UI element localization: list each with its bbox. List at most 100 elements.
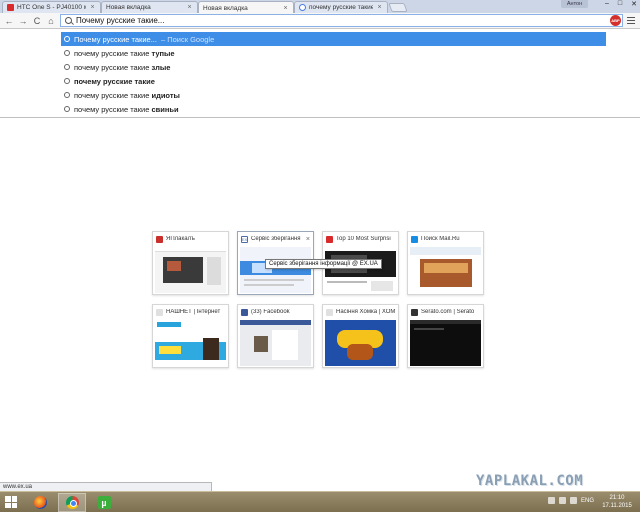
system-tray: ENG	[548, 497, 594, 504]
suggestion-text: Почему русские такие...	[74, 34, 157, 44]
exua-icon: EX	[241, 235, 248, 243]
back-button[interactable]: ←	[3, 15, 15, 27]
close-icon[interactable]: ×	[282, 5, 289, 12]
tab-strip: HTC One S - PJ40100 мо × Новая вкладка ×…	[0, 0, 640, 14]
search-icon	[64, 64, 70, 70]
suggestion-text: почему русские такие тупые	[74, 48, 175, 58]
adblock-icon[interactable]: ABP	[610, 15, 621, 26]
suggestion-item[interactable]: почему русские такие свиньи	[61, 102, 606, 116]
suggestion-text: почему русские такие свиньи	[74, 104, 179, 114]
youtube-icon	[326, 235, 333, 243]
tile-homka[interactable]: Насіння Хомка | ХОМ	[322, 304, 399, 368]
tile-thumbnail	[410, 247, 481, 293]
suggestion-item[interactable]: почему русские такие	[61, 74, 606, 88]
volume-icon[interactable]	[570, 497, 577, 504]
tile-thumbnail	[155, 247, 226, 293]
tab-title: Новая вкладка	[106, 4, 151, 11]
menu-icon[interactable]	[627, 17, 635, 24]
tab-title: почему русские такие т	[309, 4, 373, 11]
tab-htc-one[interactable]: HTC One S - PJ40100 мо ×	[2, 1, 101, 13]
window-controls: – □ ✕	[605, 0, 637, 8]
search-icon	[64, 78, 70, 84]
suggestion-item[interactable]: Почему русские такие... – Поиск Google	[61, 32, 606, 46]
language-indicator[interactable]: ENG	[581, 498, 594, 504]
tile-serato[interactable]: Serato.com | Serato	[407, 304, 484, 368]
close-icon[interactable]: ×	[376, 4, 383, 11]
facebook-icon	[241, 308, 248, 316]
omnibox[interactable]	[60, 14, 623, 27]
windows-start-icon[interactable]	[5, 496, 17, 508]
chrome-icon	[65, 496, 79, 509]
youtube-icon	[7, 4, 14, 11]
page-icon	[326, 308, 333, 316]
tile-thumbnail	[325, 320, 396, 366]
maximize-button[interactable]: □	[618, 0, 622, 8]
tile-nashnet[interactable]: НАШНЕТ | Інтернет	[152, 304, 229, 368]
taskbar: µ ENG 21:10 17.11.2015	[0, 491, 640, 512]
clock-time: 21:10	[609, 495, 625, 501]
suggestion-text: почему русские такие злые	[74, 62, 171, 72]
browser-toolbar: ← → C ⌂ ABP	[0, 13, 640, 29]
suggestion-hint: – Поиск Google	[160, 34, 215, 44]
tile-facebook[interactable]: (33) Facebook	[237, 304, 314, 368]
tooltip: Сервіс зберігання інформації @ EX.UA	[265, 259, 382, 269]
search-icon	[64, 92, 70, 98]
new-tab-button[interactable]	[388, 3, 408, 12]
tab-title: HTC One S - PJ40100 мо	[17, 4, 86, 11]
network-icon[interactable]	[559, 497, 566, 504]
reload-button[interactable]: C	[31, 15, 43, 27]
forward-button[interactable]: →	[17, 15, 29, 27]
serato-icon	[411, 308, 418, 316]
suggestion-item[interactable]: почему русские такие тупые	[61, 46, 606, 60]
tab-title: Новая вкладка	[203, 4, 248, 12]
google-icon	[299, 4, 306, 11]
status-bubble: www.ex.ua	[0, 482, 212, 491]
tile-title: НАШНЕТ | Інтернет	[166, 309, 221, 315]
tab-new-1[interactable]: Новая вкладка ×	[101, 1, 198, 13]
tile-title: Насіння Хомка | ХОМ	[336, 309, 395, 315]
close-icon[interactable]: ×	[306, 236, 310, 243]
omnibox-input[interactable]	[76, 16, 476, 25]
omnibox-suggestions: Почему русские такие... – Поиск Google п…	[0, 30, 640, 118]
suggestion-item[interactable]: почему русские такие идиоты	[61, 88, 606, 102]
tile-mailru[interactable]: Поиск Mail.Ru	[407, 231, 484, 295]
close-window-button[interactable]: ✕	[631, 0, 637, 8]
close-icon[interactable]: ×	[89, 4, 96, 11]
utorrent-taskbar-button[interactable]: µ	[90, 493, 118, 512]
tile-thumbnail	[155, 320, 226, 366]
mailru-search-icon	[411, 235, 418, 243]
tile-thumbnail	[410, 320, 481, 366]
search-icon	[64, 106, 70, 112]
page-icon	[156, 308, 163, 316]
clock[interactable]: 21:10 17.11.2015	[600, 494, 634, 510]
tile-title: Сервіс зберігання	[251, 236, 301, 242]
tile-title: Top 10 Most Surprisi	[336, 236, 391, 242]
search-icon	[64, 50, 70, 56]
suggestion-text: почему русские такие идиоты	[74, 90, 180, 100]
firefox-icon	[33, 496, 47, 509]
tile-title: ЯПлакалъ	[166, 236, 195, 242]
watermark: YAPLAKAL.COM	[476, 473, 584, 489]
tile-thumbnail	[240, 320, 311, 366]
close-icon[interactable]: ×	[186, 4, 193, 11]
tile-title: Serato.com | Serato	[421, 309, 475, 315]
tile-thumbnail	[240, 247, 311, 293]
home-button[interactable]: ⌂	[45, 15, 57, 27]
firefox-taskbar-button[interactable]	[26, 493, 54, 512]
suggestion-item[interactable]: почему русские такие злые	[61, 60, 606, 74]
chrome-taskbar-button[interactable]	[58, 493, 86, 512]
profile-button[interactable]: Антон	[561, 0, 588, 8]
search-icon	[64, 36, 70, 42]
tab-google-search[interactable]: почему русские такие т ×	[294, 1, 388, 13]
clock-date: 17.11.2015	[602, 503, 632, 509]
tile-title: (33) Facebook	[251, 309, 290, 315]
tray-arrow-icon[interactable]	[548, 497, 555, 504]
tile-thumbnail	[325, 247, 396, 293]
utorrent-icon: µ	[97, 496, 111, 509]
search-icon	[65, 17, 72, 24]
tile-yaplakal[interactable]: ЯПлакалъ	[152, 231, 229, 295]
minimize-button[interactable]: –	[605, 0, 609, 8]
suggestion-text: почему русские такие	[74, 76, 155, 86]
yaplakal-icon	[156, 235, 163, 243]
tile-title: Поиск Mail.Ru	[421, 236, 460, 242]
